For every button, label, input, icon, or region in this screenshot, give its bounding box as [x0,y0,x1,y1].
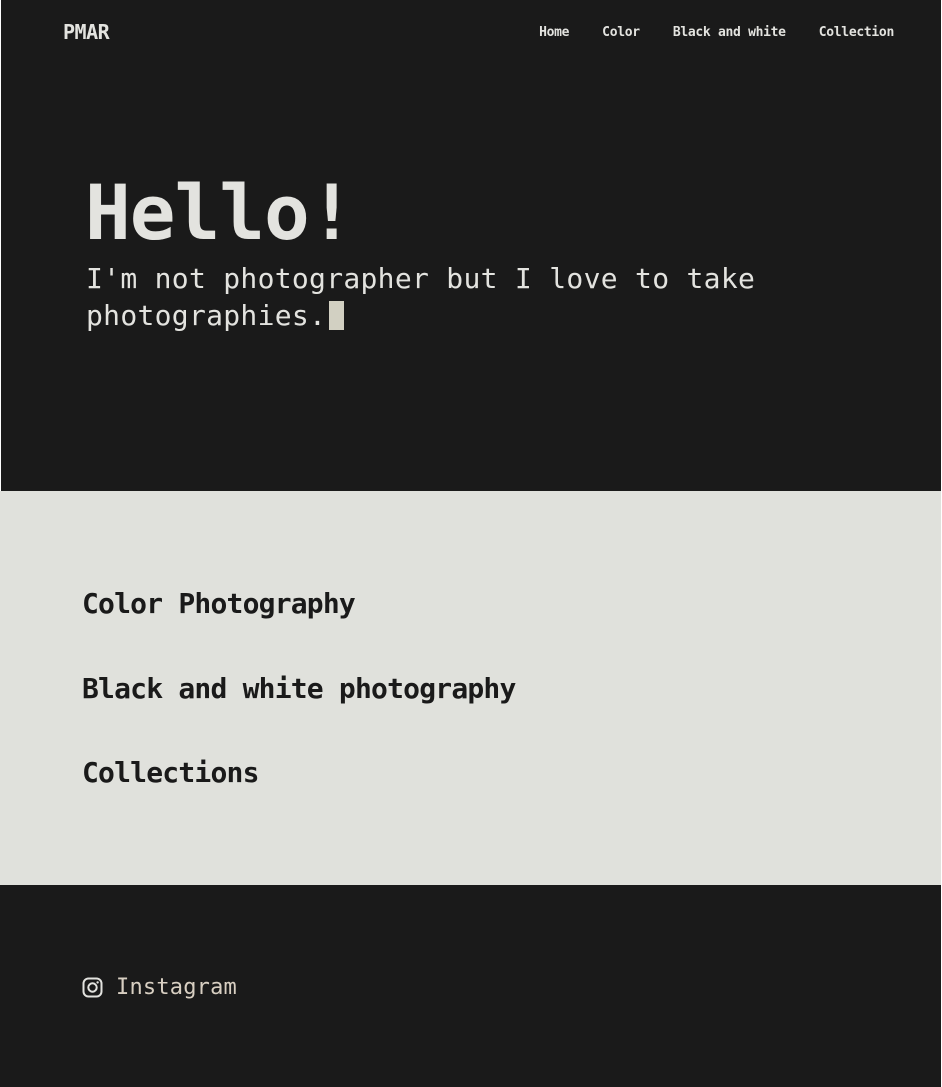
nav-link-collection[interactable]: Collection [819,25,895,40]
instagram-label: Instagram [116,975,238,1000]
hero-subtitle: I'm not photographer but I love to take … [86,260,806,334]
footer: Instagram [0,885,941,1087]
instagram-icon [82,977,103,998]
hero-title: Hello! [85,168,355,257]
photography-sections: Color Photography Black and white photog… [0,491,941,885]
hero-subtitle-text: I'm not photographer but I love to take … [86,262,756,332]
main-nav: Home Color Black and white Collection [506,25,894,40]
color-photography-link[interactable]: Color Photography [82,587,356,620]
nav-link-home[interactable]: Home [539,25,569,40]
instagram-link[interactable]: Instagram [82,975,237,1000]
hero-section: PMAR Home Color Black and white Collecti… [1,0,941,491]
collections-link[interactable]: Collections [82,756,259,789]
nav-link-color[interactable]: Color [602,25,640,40]
page: PMAR Home Color Black and white Collecti… [0,0,942,1087]
typing-cursor [329,301,345,330]
nav-link-black-and-white[interactable]: Black and white [673,25,786,40]
brand-logo-link[interactable]: PMAR [63,20,110,44]
black-and-white-photography-link[interactable]: Black and white photography [82,672,516,705]
